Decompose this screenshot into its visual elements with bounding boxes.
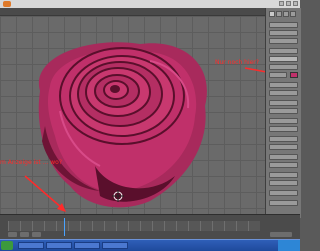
- timeline-button[interactable]: [32, 232, 41, 237]
- timeline-button[interactable]: [8, 232, 17, 237]
- maximize-button[interactable]: [286, 1, 291, 6]
- property-field[interactable]: [269, 154, 298, 160]
- property-field[interactable]: [269, 38, 298, 44]
- minimize-button[interactable]: [279, 1, 284, 6]
- annotation-bottom-left: m Anzeige ist ... wo?: [0, 159, 63, 166]
- timeline-frame-field[interactable]: [270, 232, 292, 237]
- taskbar-item[interactable]: [74, 242, 100, 249]
- window-controls: [279, 1, 298, 6]
- app-logo-icon: [3, 1, 11, 7]
- property-field[interactable]: [269, 82, 298, 88]
- rose-model: [24, 42, 265, 212]
- highlighted-option[interactable]: [269, 56, 298, 62]
- property-field[interactable]: [269, 136, 298, 142]
- property-field[interactable]: [269, 30, 298, 36]
- property-field[interactable]: [269, 48, 298, 54]
- system-tray: [278, 240, 300, 251]
- property-field[interactable]: [269, 108, 298, 114]
- menu-bar: [0, 8, 265, 22]
- properties-tabs: [269, 11, 296, 17]
- property-field[interactable]: [269, 162, 298, 168]
- annotation-top-right: Nur noch hier?: [215, 59, 259, 66]
- timeline-track[interactable]: [8, 221, 260, 231]
- start-button[interactable]: [1, 241, 13, 250]
- property-field[interactable]: [269, 190, 298, 196]
- property-field[interactable]: [269, 64, 298, 70]
- property-field[interactable]: [269, 100, 298, 106]
- timeline-button[interactable]: [20, 232, 29, 237]
- timeline-panel: [0, 214, 300, 239]
- property-field[interactable]: [269, 180, 298, 186]
- property-field[interactable]: [269, 172, 298, 178]
- property-field[interactable]: [269, 118, 298, 124]
- tab-render[interactable]: [290, 11, 296, 17]
- property-field[interactable]: [269, 144, 298, 150]
- taskbar-item[interactable]: [18, 242, 44, 249]
- property-field[interactable]: [269, 200, 298, 206]
- property-field[interactable]: [269, 126, 298, 132]
- property-field[interactable]: [269, 72, 287, 78]
- tab-object[interactable]: [269, 11, 275, 17]
- taskbar-item[interactable]: [102, 242, 128, 249]
- material-color-swatch[interactable]: [290, 72, 298, 78]
- close-button[interactable]: [293, 1, 298, 6]
- 3d-viewport[interactable]: Nur noch hier? m Anzeige ist ... wo?: [0, 16, 265, 214]
- os-taskbar: [0, 239, 300, 251]
- property-field[interactable]: [269, 90, 298, 96]
- properties-panel: [265, 8, 301, 218]
- tab-material[interactable]: [276, 11, 282, 17]
- timeline-playhead[interactable]: [64, 218, 65, 236]
- property-field[interactable]: [269, 22, 298, 28]
- taskbar-item[interactable]: [46, 242, 72, 249]
- tab-texture[interactable]: [283, 11, 289, 17]
